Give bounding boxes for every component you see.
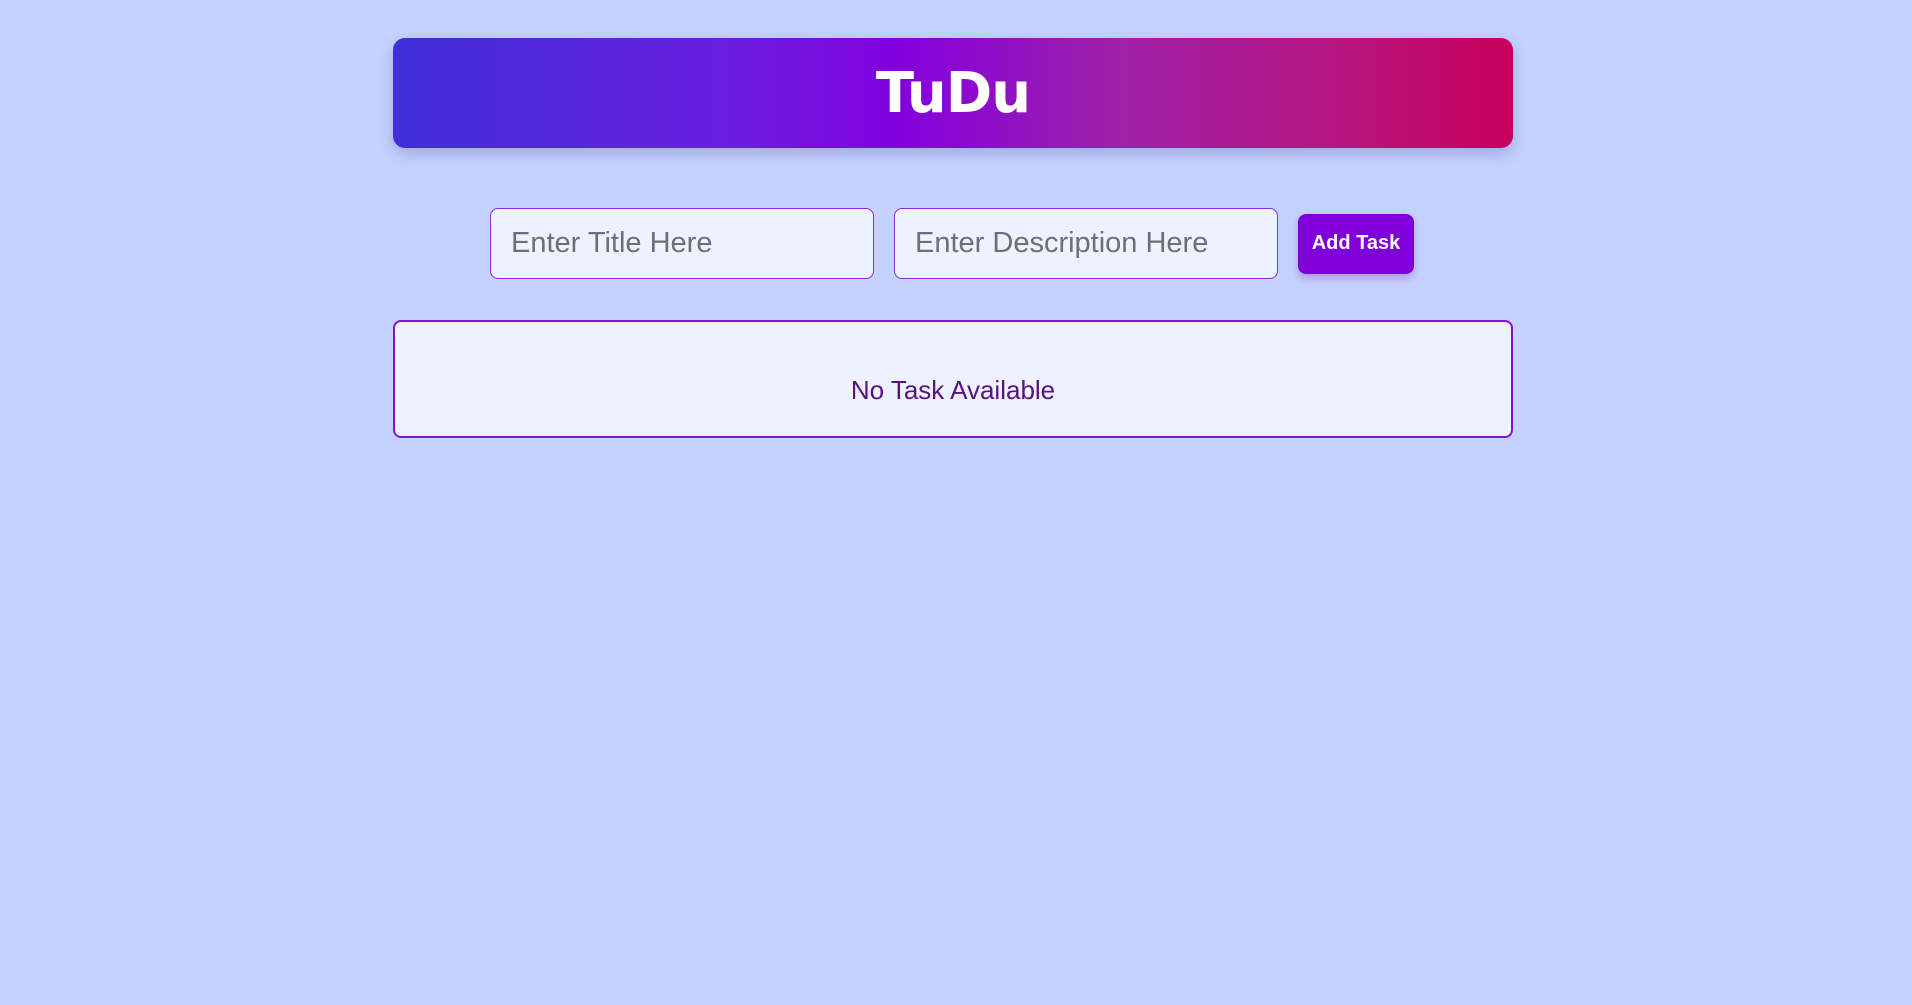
app-header: TuDu	[393, 38, 1513, 148]
app-title: TuDu	[875, 60, 1031, 126]
todo-app: TuDu Add Task No Task Available	[393, 38, 1513, 438]
title-input[interactable]	[490, 208, 874, 279]
task-list: No Task Available	[393, 320, 1513, 438]
add-task-form: Add Task	[490, 208, 1414, 279]
description-input[interactable]	[894, 208, 1278, 279]
empty-state-message: No Task Available	[850, 375, 1056, 405]
add-task-button[interactable]: Add Task	[1298, 213, 1414, 274]
